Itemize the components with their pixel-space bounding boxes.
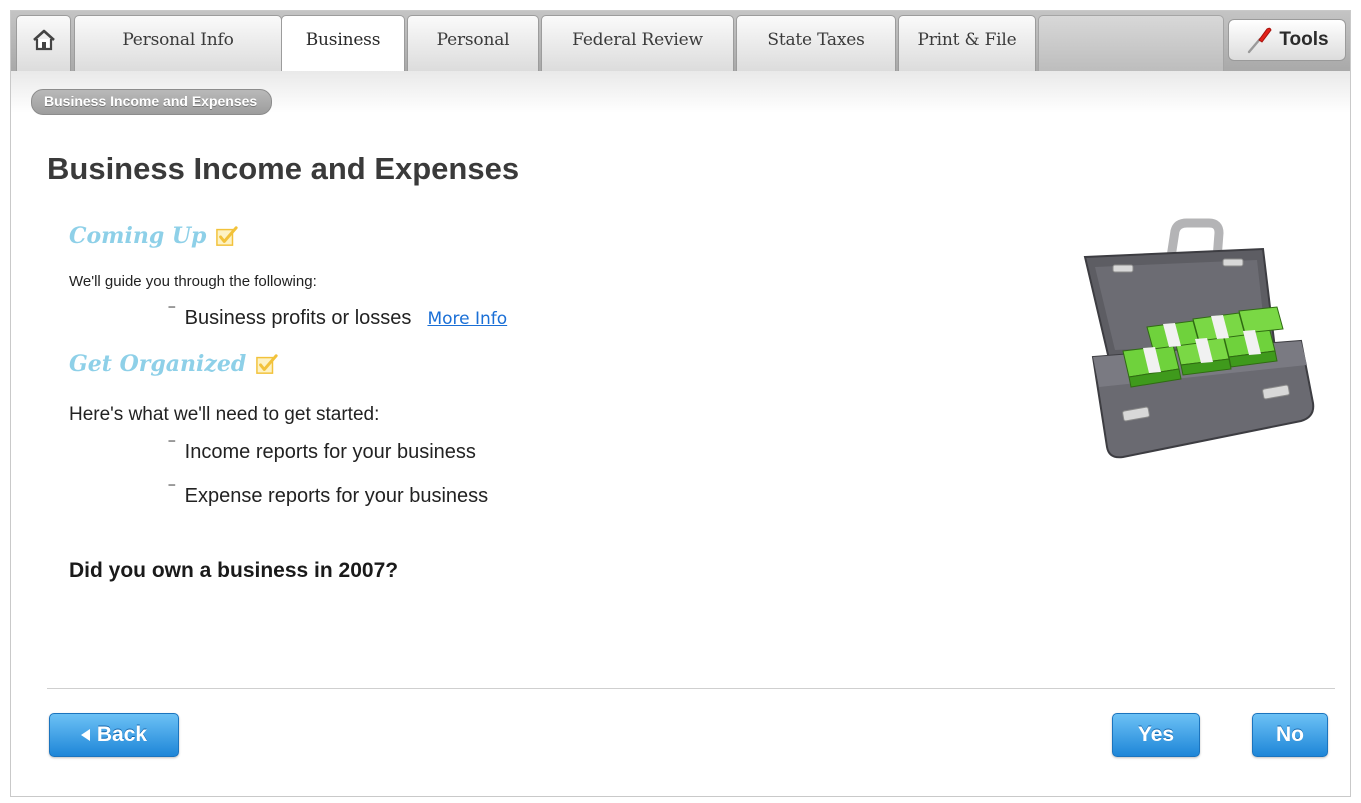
tools-label: Tools bbox=[1279, 29, 1329, 50]
no-button[interactable]: No bbox=[1252, 713, 1328, 757]
yes-button[interactable]: Yes bbox=[1112, 713, 1200, 757]
app-window: Personal Info Business Personal Federal … bbox=[10, 10, 1351, 797]
screwdriver-icon bbox=[1248, 27, 1272, 54]
tools-button[interactable]: Tools bbox=[1228, 19, 1346, 61]
tab-label: Personal bbox=[436, 30, 510, 50]
tab-personal-info[interactable]: Personal Info bbox=[74, 15, 282, 71]
page-title: Business Income and Expenses bbox=[47, 151, 520, 186]
coming-up-label: Coming Up bbox=[69, 223, 207, 249]
yes-label: Yes bbox=[1137, 723, 1175, 746]
breadcrumb[interactable]: Business Income and Expenses bbox=[31, 89, 273, 115]
left-arrow-icon bbox=[80, 729, 90, 741]
dash-bullet: ‾ bbox=[169, 483, 175, 502]
business-question: Did you own a business in 2007? bbox=[69, 559, 399, 582]
home-icon bbox=[32, 29, 55, 51]
dash-bullet: ‾ bbox=[169, 439, 175, 458]
breadcrumb-bar: Business Income and Expenses bbox=[11, 71, 1350, 115]
tab-business[interactable]: Business bbox=[281, 15, 405, 73]
tab-bar: Personal Info Business Personal Federal … bbox=[11, 11, 1350, 73]
dash-bullet: ‾ bbox=[169, 305, 175, 324]
get-organized-intro: Here's what we'll need to get started: bbox=[69, 404, 380, 425]
list-item-text: Expense reports for your business bbox=[184, 485, 489, 507]
coming-up-heading: Coming Up bbox=[69, 223, 239, 249]
tab-label: Personal Info bbox=[122, 30, 234, 50]
list-item: ‾ Expense reports for your business bbox=[169, 483, 489, 508]
no-label: No bbox=[1276, 723, 1304, 746]
tab-state-taxes[interactable]: State Taxes bbox=[736, 15, 896, 71]
list-item-text: Business profits or losses bbox=[184, 307, 412, 329]
tab-label: Business bbox=[305, 30, 381, 50]
tab-filler bbox=[1038, 15, 1224, 71]
divider bbox=[47, 688, 1335, 689]
checkmark-icon bbox=[216, 226, 239, 246]
tab-personal[interactable]: Personal bbox=[407, 15, 539, 71]
briefcase-icon bbox=[1083, 218, 1315, 459]
tab-print-file[interactable]: Print & File bbox=[898, 15, 1036, 71]
tab-label: Federal Review bbox=[572, 30, 703, 50]
back-label: Back bbox=[96, 723, 148, 746]
tab-label: State Taxes bbox=[767, 30, 865, 50]
more-info-link[interactable]: More Info bbox=[427, 309, 507, 329]
tab-label: Print & File bbox=[917, 30, 1017, 50]
get-organized-label: Get Organized bbox=[69, 351, 247, 377]
list-item: ‾ Income reports for your business bbox=[169, 439, 476, 464]
back-button[interactable]: Back bbox=[49, 713, 179, 757]
tab-home[interactable] bbox=[16, 15, 71, 71]
tab-federal-review[interactable]: Federal Review bbox=[541, 15, 734, 71]
checkmark-icon bbox=[256, 354, 278, 374]
get-organized-heading: Get Organized bbox=[69, 351, 278, 377]
coming-up-intro: We'll guide you through the following: bbox=[69, 273, 317, 290]
list-item-text: Income reports for your business bbox=[184, 441, 476, 463]
list-item: ‾ Business profits or losses More Info bbox=[169, 305, 507, 330]
